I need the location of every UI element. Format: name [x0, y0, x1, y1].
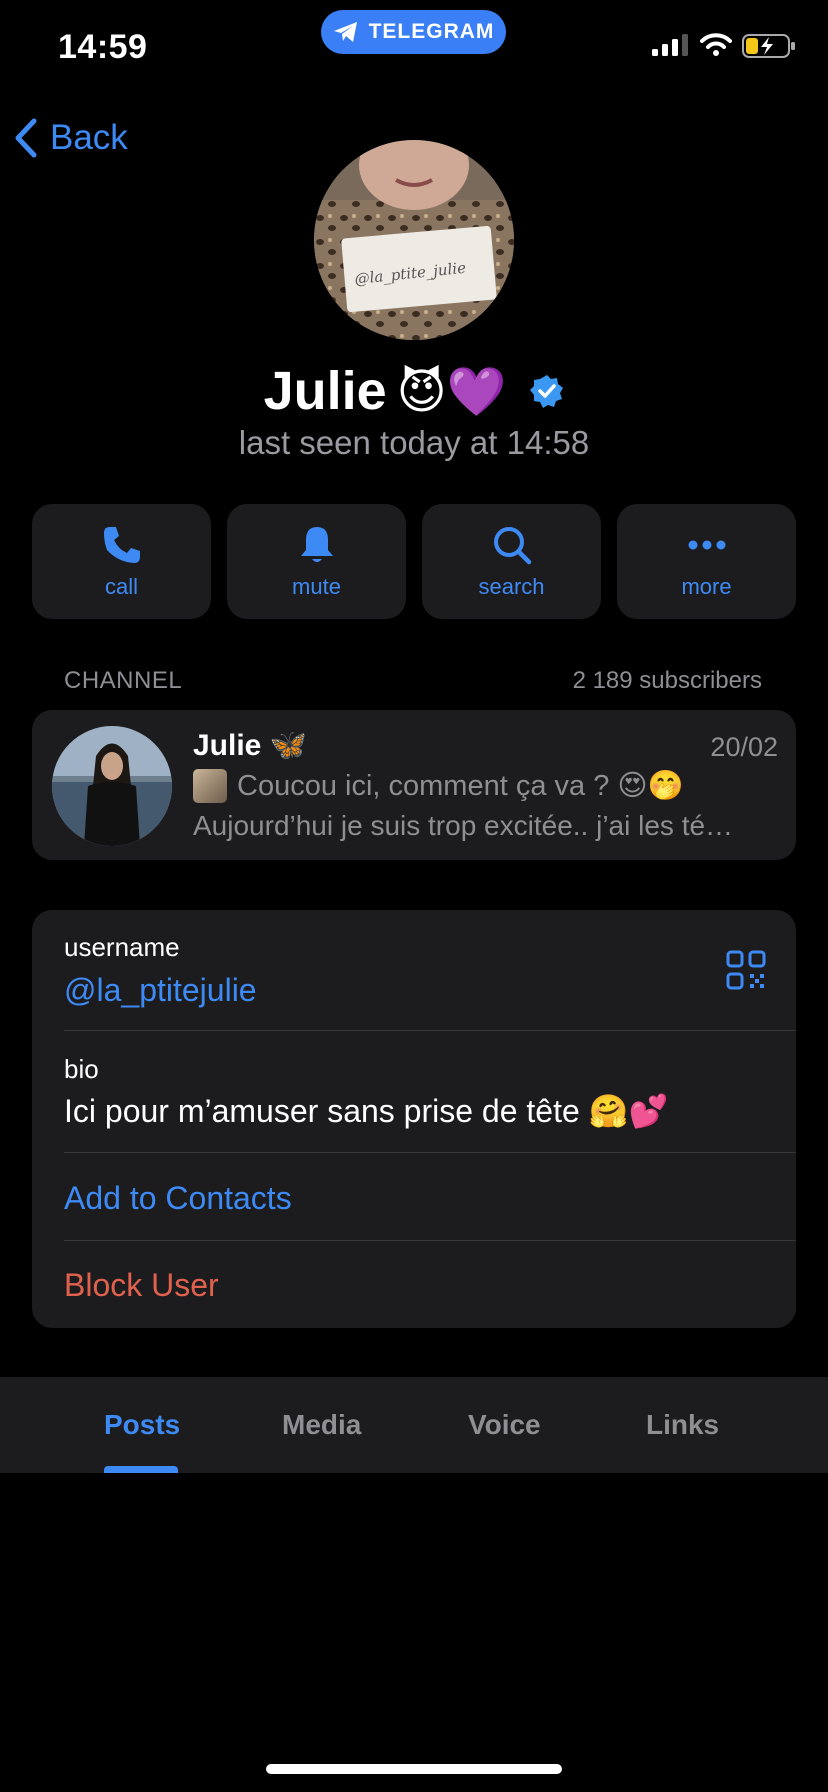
- back-label: Back: [50, 118, 128, 157]
- channel-subscribers: 2 189 subscribers: [572, 667, 762, 694]
- back-button[interactable]: Back: [14, 118, 128, 158]
- channel-photo: [52, 726, 172, 846]
- tab-voice[interactable]: Voice: [468, 1409, 541, 1441]
- channel-date: 20/02: [710, 732, 778, 762]
- channel-avatar: [52, 726, 172, 846]
- active-tab-indicator: [104, 1466, 178, 1473]
- add-to-contacts-button[interactable]: Add to Contacts: [64, 1180, 292, 1217]
- preview-thumbnail: [193, 768, 227, 803]
- search-label: search: [478, 573, 545, 599]
- telegram-plane-icon: [333, 22, 357, 42]
- search-button[interactable]: search: [422, 504, 601, 619]
- profile-avatar[interactable]: @la_ptite_julie: [314, 140, 514, 340]
- qr-code-icon[interactable]: [726, 950, 766, 990]
- last-seen: last seen today at 14:58: [238, 424, 590, 461]
- block-user-button[interactable]: Block User: [64, 1267, 219, 1304]
- preview-text-1: Coucou ici, comment ça va ? 😍🤭: [237, 770, 684, 802]
- wifi-icon: [700, 33, 732, 56]
- verified-badge-icon: [530, 375, 564, 408]
- home-indicator[interactable]: [266, 1764, 562, 1774]
- channel-section-header: CHANNEL: [64, 667, 183, 694]
- channel-name: Julie 🦋: [193, 729, 308, 762]
- search-icon: [493, 526, 531, 564]
- tab-media[interactable]: Media: [282, 1409, 361, 1441]
- battery-charging-icon: [742, 34, 795, 58]
- tab-posts[interactable]: Posts: [104, 1409, 180, 1441]
- mute-label: mute: [292, 573, 341, 599]
- more-label: more: [681, 573, 732, 599]
- call-button[interactable]: call: [32, 504, 211, 619]
- call-label: call: [104, 573, 138, 599]
- profile-photo: @la_ptite_julie: [314, 140, 514, 340]
- telegram-pill[interactable]: TELEGRAM: [321, 10, 506, 54]
- bio-value: Ici pour m’amuser sans prise de tête 🤗💕: [64, 1093, 669, 1129]
- bio-label: bio: [64, 1054, 99, 1084]
- profile-name-row: Julie 😈💜: [0, 360, 828, 422]
- media-tabs: Posts Media Voice Links: [0, 1377, 828, 1473]
- tab-links[interactable]: Links: [646, 1409, 719, 1441]
- mute-button[interactable]: mute: [227, 504, 406, 619]
- more-dots-icon: [688, 540, 725, 549]
- chevron-left-icon: [15, 118, 37, 158]
- divider: [64, 1030, 796, 1031]
- channel-card[interactable]: Julie 🦋 20/02 Coucou ici, comment ça va …: [32, 710, 796, 860]
- bell-icon: [300, 526, 333, 562]
- divider: [64, 1152, 796, 1153]
- more-button[interactable]: more: [617, 504, 796, 619]
- status-time: 14:59: [58, 28, 148, 66]
- username-value[interactable]: @la_ptitejulie: [64, 972, 257, 1009]
- channel-preview-line2: Aujourd’hui je suis trop excitée.. j’ai …: [193, 810, 734, 841]
- app-pill-label: TELEGRAM: [368, 20, 495, 43]
- divider: [64, 1240, 796, 1241]
- phone-icon: [103, 526, 140, 563]
- username-label: username: [64, 932, 180, 962]
- cellular-signal-icon: [652, 34, 688, 56]
- action-buttons: call mute search more: [32, 504, 796, 619]
- info-card: username @la_ptitejulie bio Ici pour m’a…: [32, 910, 796, 1328]
- profile-name: Julie: [263, 361, 387, 421]
- name-emojis: 😈💜: [396, 365, 507, 419]
- channel-preview-line1: Coucou ici, comment ça va ? 😍🤭: [193, 768, 684, 803]
